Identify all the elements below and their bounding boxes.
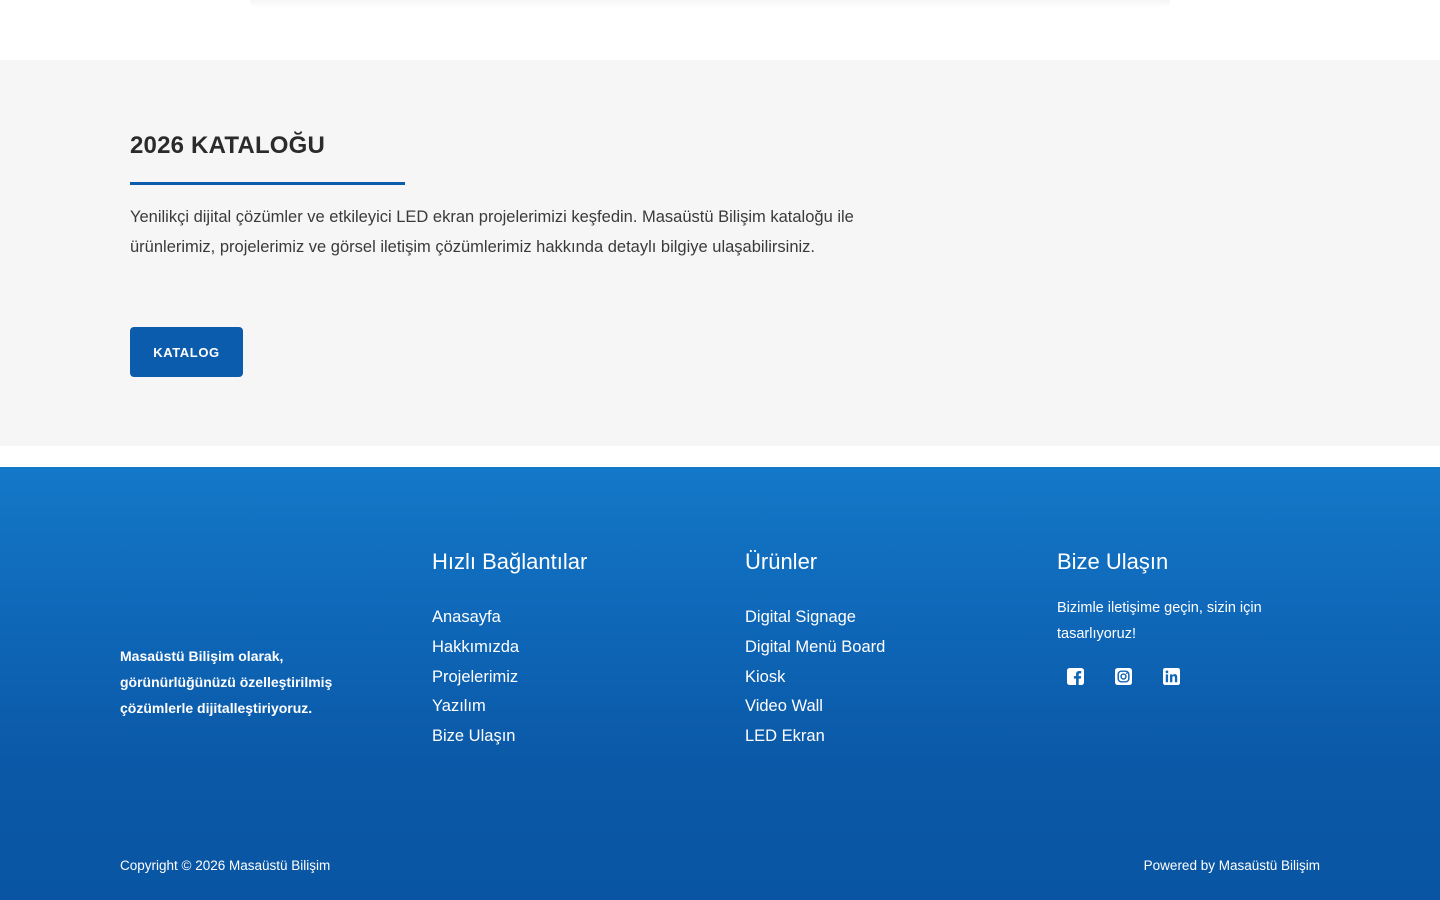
footer-product-video-wall[interactable]: Video Wall — [745, 692, 885, 722]
footer-product-led-screen[interactable]: LED Ekran — [745, 722, 885, 752]
facebook-icon[interactable] — [1066, 667, 1084, 685]
footer-product-video-wall-text[interactable]: Video Wall — [745, 697, 823, 715]
catalog-title: 2026 KATALOĞU — [130, 132, 326, 159]
footer-product-menu-board[interactable]: Digital Menü Board — [745, 633, 885, 663]
footer-link-projects[interactable]: Projelerimiz — [432, 663, 587, 693]
social-links — [1057, 667, 1317, 685]
footer-link-contact-text[interactable]: Bize Ulaşın — [432, 727, 515, 745]
header-shadow — [250, 0, 1170, 8]
products-heading: Ürünler — [745, 549, 818, 574]
footer-link-software-text[interactable]: Yazılım — [432, 697, 486, 715]
footer-product-led-screen-text[interactable]: LED Ekran — [745, 727, 825, 745]
catalog-section: 2026 KATALOĞU Yenilikçi dijital çözümler… — [0, 60, 1440, 446]
quick-links-heading: Hızlı Bağlantılar — [432, 549, 588, 574]
footer-link-contact[interactable]: Bize Ulaşın — [432, 722, 587, 752]
contact-heading: Bize Ulaşın — [1057, 549, 1169, 574]
footer-link-home[interactable]: Anasayfa — [432, 603, 587, 633]
catalog-description: Yenilikçi dijital çözümler ve etkileyici… — [130, 208, 854, 256]
catalog-button[interactable]: KATALOG — [130, 327, 243, 377]
footer-product-kiosk[interactable]: Kiosk — [745, 663, 885, 693]
footer: Masaüstü Bilişim olarak, görünürlüğünüzü… — [0, 467, 1440, 900]
footer-quick-links: Hızlı Bağlantılar Anasayfa Hakkımızda Pr… — [432, 549, 587, 752]
footer-contact: Bize Ulaşın Bizimle iletişime geçin, siz… — [1057, 549, 1317, 685]
footer-about-text: Masaüstü Bilişim olarak, görünürlüğünüzü… — [120, 648, 333, 716]
footer-product-digital-signage-text[interactable]: Digital Signage — [745, 608, 856, 626]
footer-link-about[interactable]: Hakkımızda — [432, 633, 587, 663]
footer-link-software[interactable]: Yazılım — [432, 692, 587, 722]
instagram-icon[interactable] — [1114, 667, 1132, 685]
copyright-text: Copyright © 2026 Masaüstü Bilişim — [120, 858, 331, 873]
catalog-title-underline — [130, 182, 405, 185]
footer-product-kiosk-text[interactable]: Kiosk — [745, 668, 785, 686]
footer-link-home-text[interactable]: Anasayfa — [432, 608, 501, 626]
contact-text: Bizimle iletişime geçin, sizin için tasa… — [1057, 600, 1262, 642]
powered-by-text: Powered by Masaüstü Bilişim — [1143, 858, 1320, 873]
footer-product-digital-signage[interactable]: Digital Signage — [745, 603, 885, 633]
footer-product-menu-board-text[interactable]: Digital Menü Board — [745, 638, 885, 656]
footer-link-projects-text[interactable]: Projelerimiz — [432, 668, 518, 686]
top-strip — [0, 0, 1440, 60]
footer-link-about-text[interactable]: Hakkımızda — [432, 638, 519, 656]
linkedin-icon[interactable] — [1162, 667, 1180, 685]
footer-products: Ürünler Digital Signage Digital Menü Boa… — [745, 549, 885, 752]
